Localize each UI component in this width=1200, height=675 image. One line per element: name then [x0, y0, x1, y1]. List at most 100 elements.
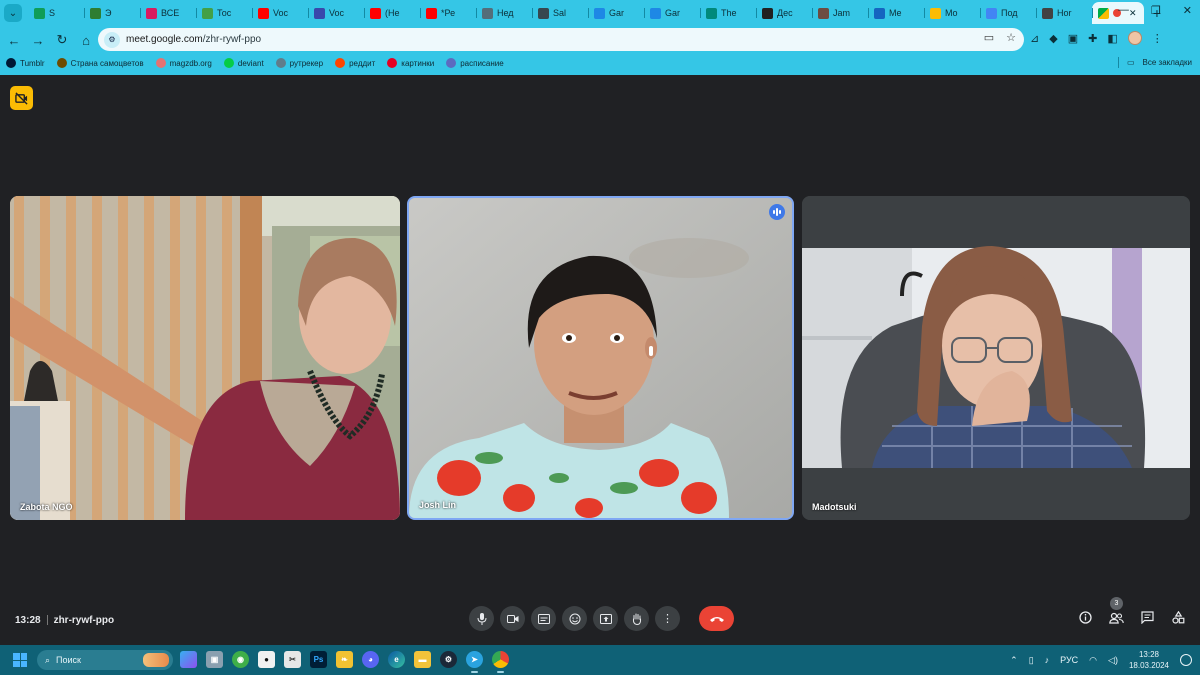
browser-tab[interactable]: Voc [252, 2, 308, 24]
tab-title: S [49, 8, 56, 18]
bookmark-item[interactable]: deviant [223, 58, 264, 68]
browser-tab[interactable]: Gar [588, 2, 644, 24]
tab-search-icon[interactable]: ⌄ [4, 4, 22, 22]
close-window-icon[interactable]: ✕ [1183, 4, 1192, 17]
leaf-app-icon[interactable]: ❧ [336, 651, 353, 668]
windows-start-icon[interactable] [13, 653, 27, 667]
browser-tab[interactable]: Mo [924, 2, 980, 24]
bookmark-item[interactable]: расписание [446, 58, 504, 68]
reload-icon[interactable]: ↻ [50, 28, 74, 52]
browser-tab[interactable]: Нед [476, 2, 532, 24]
camera-permission-icon[interactable]: ▭ [984, 31, 994, 44]
participant-tile-active-speaker[interactable]: Josh Lin [407, 196, 794, 520]
address-bar[interactable]: ⚙ meet.google.com/zhr-rywf-ppo ▭ ☆ [98, 28, 1024, 51]
home-icon[interactable]: ⌂ [74, 28, 98, 52]
browser-tab[interactable]: Gar [644, 2, 700, 24]
edge-icon[interactable]: e [388, 651, 405, 668]
browser-tab[interactable]: Sal [532, 2, 588, 24]
maximize-icon[interactable]: ❐ [1151, 4, 1161, 17]
browser-tab[interactable]: Jam [812, 2, 868, 24]
telegram-icon[interactable]: ➤ [466, 651, 483, 673]
browser-tab[interactable]: Hor [1036, 2, 1092, 24]
captions-icon [537, 613, 550, 624]
tab-title: Gar [665, 8, 681, 18]
forward-icon[interactable]: → [26, 28, 50, 52]
browser-tab[interactable]: S [28, 2, 84, 24]
tux-icon[interactable]: ● [258, 651, 275, 668]
bookmark-item[interactable]: Tumblr [6, 58, 45, 68]
notifications-icon[interactable] [1180, 654, 1192, 666]
microphone-button[interactable] [469, 606, 494, 631]
participant-video [409, 198, 792, 518]
back-icon[interactable]: ← [2, 28, 26, 52]
leave-call-button[interactable] [699, 606, 734, 631]
people-button[interactable]: 3 [1109, 597, 1124, 625]
side-panel-icon[interactable]: ◧ [1107, 32, 1117, 45]
browser-tab[interactable]: Тос [196, 2, 252, 24]
chat-icon [1141, 611, 1154, 624]
browser-tab[interactable]: Me [868, 2, 924, 24]
more-options-button[interactable]: ⋮ [655, 606, 680, 631]
tab-title: Gar [609, 8, 625, 18]
photoshop-icon[interactable]: Ps [310, 651, 327, 668]
app-green-icon[interactable]: ◉ [232, 651, 249, 668]
all-bookmarks-button[interactable]: Все закладки [1143, 58, 1192, 67]
extensions-puzzle-icon[interactable]: ✚ [1088, 32, 1097, 45]
youtube-icon [370, 7, 381, 19]
present-screen-button[interactable] [593, 606, 618, 631]
chevron-up-icon[interactable]: ⌃ [1010, 655, 1018, 666]
mic-tray-icon[interactable]: ♪ [1045, 655, 1050, 665]
chrome-icon[interactable] [492, 651, 509, 673]
bookmark-star-icon[interactable]: ☆ [1006, 31, 1016, 44]
browser-tab[interactable]: The [700, 2, 756, 24]
camera-off-icon[interactable] [10, 86, 33, 110]
browser-tab[interactable]: Э [84, 2, 140, 24]
discord-icon[interactable]: ◕ [362, 651, 379, 668]
wifi-icon[interactable]: ◠ [1089, 655, 1097, 666]
copilot-icon[interactable] [180, 651, 197, 668]
file-explorer-icon[interactable]: ▬ [414, 651, 431, 668]
site-info-icon[interactable]: ⚙ [104, 31, 120, 48]
bookmark-item[interactable]: картинки [387, 58, 434, 68]
bookmark-item[interactable]: рутрекер [275, 58, 323, 68]
chat-button[interactable] [1140, 610, 1155, 625]
extension-b-icon[interactable]: ◆ [1049, 32, 1057, 45]
browser-tab[interactable]: *Ре [420, 2, 476, 24]
bookmark-item[interactable]: Страна самоцветов [56, 58, 144, 68]
sheets-icon [34, 7, 45, 19]
taskbar-clock[interactable]: 13:28 18.03.2024 [1129, 649, 1169, 671]
steam-icon[interactable]: ⚙ [440, 651, 457, 668]
browser-tab[interactable]: ВСЕ [140, 2, 196, 24]
language-indicator[interactable]: РУС [1060, 655, 1078, 665]
bookmark-item[interactable]: magzdb.org [155, 58, 212, 68]
volume-icon[interactable]: ◁) [1108, 655, 1118, 666]
reactions-button[interactable] [562, 606, 587, 631]
captions-button[interactable] [531, 606, 556, 631]
minimize-icon[interactable]: — [1118, 4, 1129, 17]
browser-tab[interactable]: Под [980, 2, 1036, 24]
raise-hand-button[interactable] [624, 606, 649, 631]
camera-button[interactable] [500, 606, 525, 631]
profile-avatar[interactable] [1127, 31, 1142, 45]
extension-badge-icon[interactable]: ▣ [1068, 32, 1078, 45]
activities-button[interactable] [1171, 610, 1186, 625]
browser-tab[interactable]: (Не [364, 2, 420, 24]
info-icon [1079, 611, 1092, 624]
globe-icon [706, 7, 717, 19]
emoji-icon [569, 613, 580, 624]
tab-title: *Ре [441, 8, 456, 18]
snipping-tool-icon[interactable]: ✂ [284, 651, 301, 668]
task-view-icon[interactable]: ▣ [206, 651, 223, 668]
taskbar-search[interactable]: ⌕ Поиск [37, 650, 173, 670]
meeting-details-button[interactable] [1078, 610, 1093, 625]
m-icon [482, 7, 493, 19]
participant-tile[interactable]: Zabota NGO [10, 196, 400, 520]
participant-tile[interactable]: Madotsuki [802, 196, 1190, 520]
menu-kebab-icon[interactable]: ⋮ [1152, 32, 1163, 45]
extension-a-icon[interactable]: ⊿ [1030, 32, 1039, 45]
search-icon: ⌕ [45, 654, 51, 665]
browser-tab[interactable]: Voc [308, 2, 364, 24]
usb-icon[interactable]: ▯ [1029, 655, 1034, 666]
browser-tab[interactable]: Дес [756, 2, 812, 24]
bookmark-item[interactable]: реддит [335, 58, 375, 68]
